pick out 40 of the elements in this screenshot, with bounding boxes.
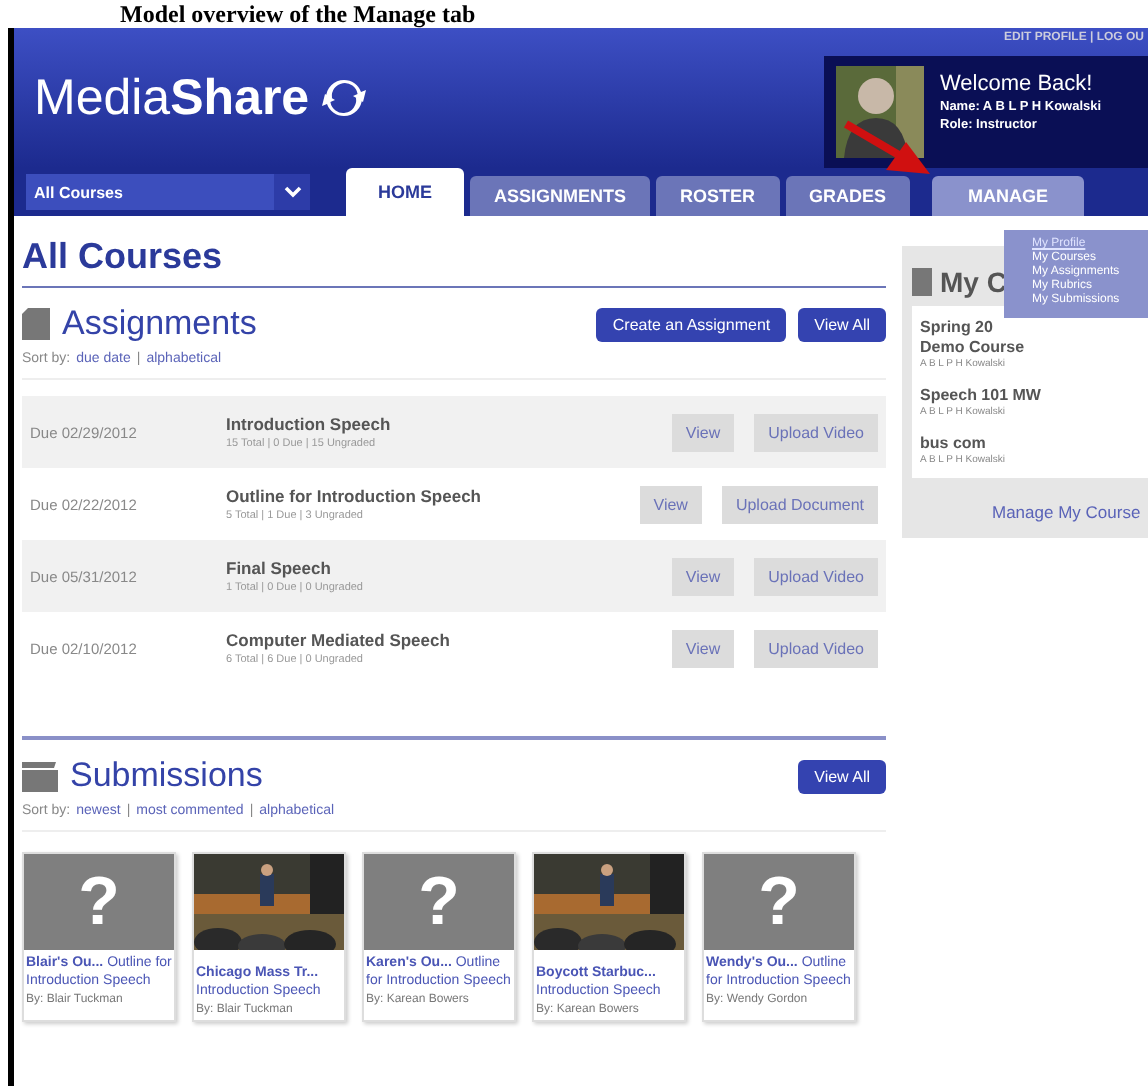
placeholder-thumbnail: ? [704, 854, 854, 950]
nav-tab[interactable]: ASSIGNMENTS [470, 176, 651, 216]
document-icon [22, 308, 50, 340]
course-name[interactable]: Speech 101 MW [920, 386, 1140, 406]
row-button[interactable]: View [639, 485, 702, 523]
welcome-text: Welcome Back! [940, 72, 1095, 96]
nav-tab[interactable]: ROSTER [656, 176, 780, 216]
row-button[interactable]: Upload Video [754, 413, 878, 451]
assignment-title: Computer Mediated Speech [226, 630, 452, 650]
row-button[interactable]: Upload Document [721, 485, 878, 523]
row-button[interactable]: View [671, 629, 735, 667]
nav-tab[interactable]: GRADES [785, 176, 911, 216]
assignment-title: Final Speech [226, 558, 333, 578]
action-button[interactable]: Create an Assignment [596, 307, 787, 341]
section-title: Submissions [70, 756, 263, 796]
course-name[interactable]: bus com [920, 434, 1140, 454]
row-button[interactable]: Upload Video [754, 629, 878, 667]
row-button[interactable]: View [671, 557, 735, 595]
action-button[interactable]: View All [798, 759, 886, 793]
course-dropdown[interactable]: All Courses [26, 174, 310, 210]
page-title: All Courses [22, 216, 886, 288]
section-title: Assignments [62, 304, 257, 344]
row-button[interactable]: Upload Video [754, 557, 878, 595]
caption: Model overview of the Manage tab [118, 0, 478, 28]
chevron-icon [283, 186, 301, 198]
clapper-icon [22, 761, 58, 791]
action-button[interactable]: View All [798, 307, 886, 341]
annotation-arrow [843, 120, 930, 174]
assignment-title: Outline for Introduction Speech [226, 486, 483, 506]
logo-text: MediaShare [34, 69, 310, 127]
nav-tab[interactable]: MANAGE [932, 176, 1085, 216]
placeholder-thumbnail: ? [24, 854, 174, 950]
placeholder-thumbnail: ? [364, 854, 514, 950]
manage-courses-link[interactable]: Manage My Course [912, 502, 1148, 522]
row-button[interactable]: View [671, 413, 735, 451]
assignment-title: Introduction Speech [226, 414, 393, 434]
course-name[interactable]: Demo Course [920, 338, 1140, 358]
nav-tab[interactable]: HOME [346, 168, 464, 216]
course-name[interactable]: Spring 20 [920, 318, 1140, 338]
book-icon [912, 268, 932, 296]
